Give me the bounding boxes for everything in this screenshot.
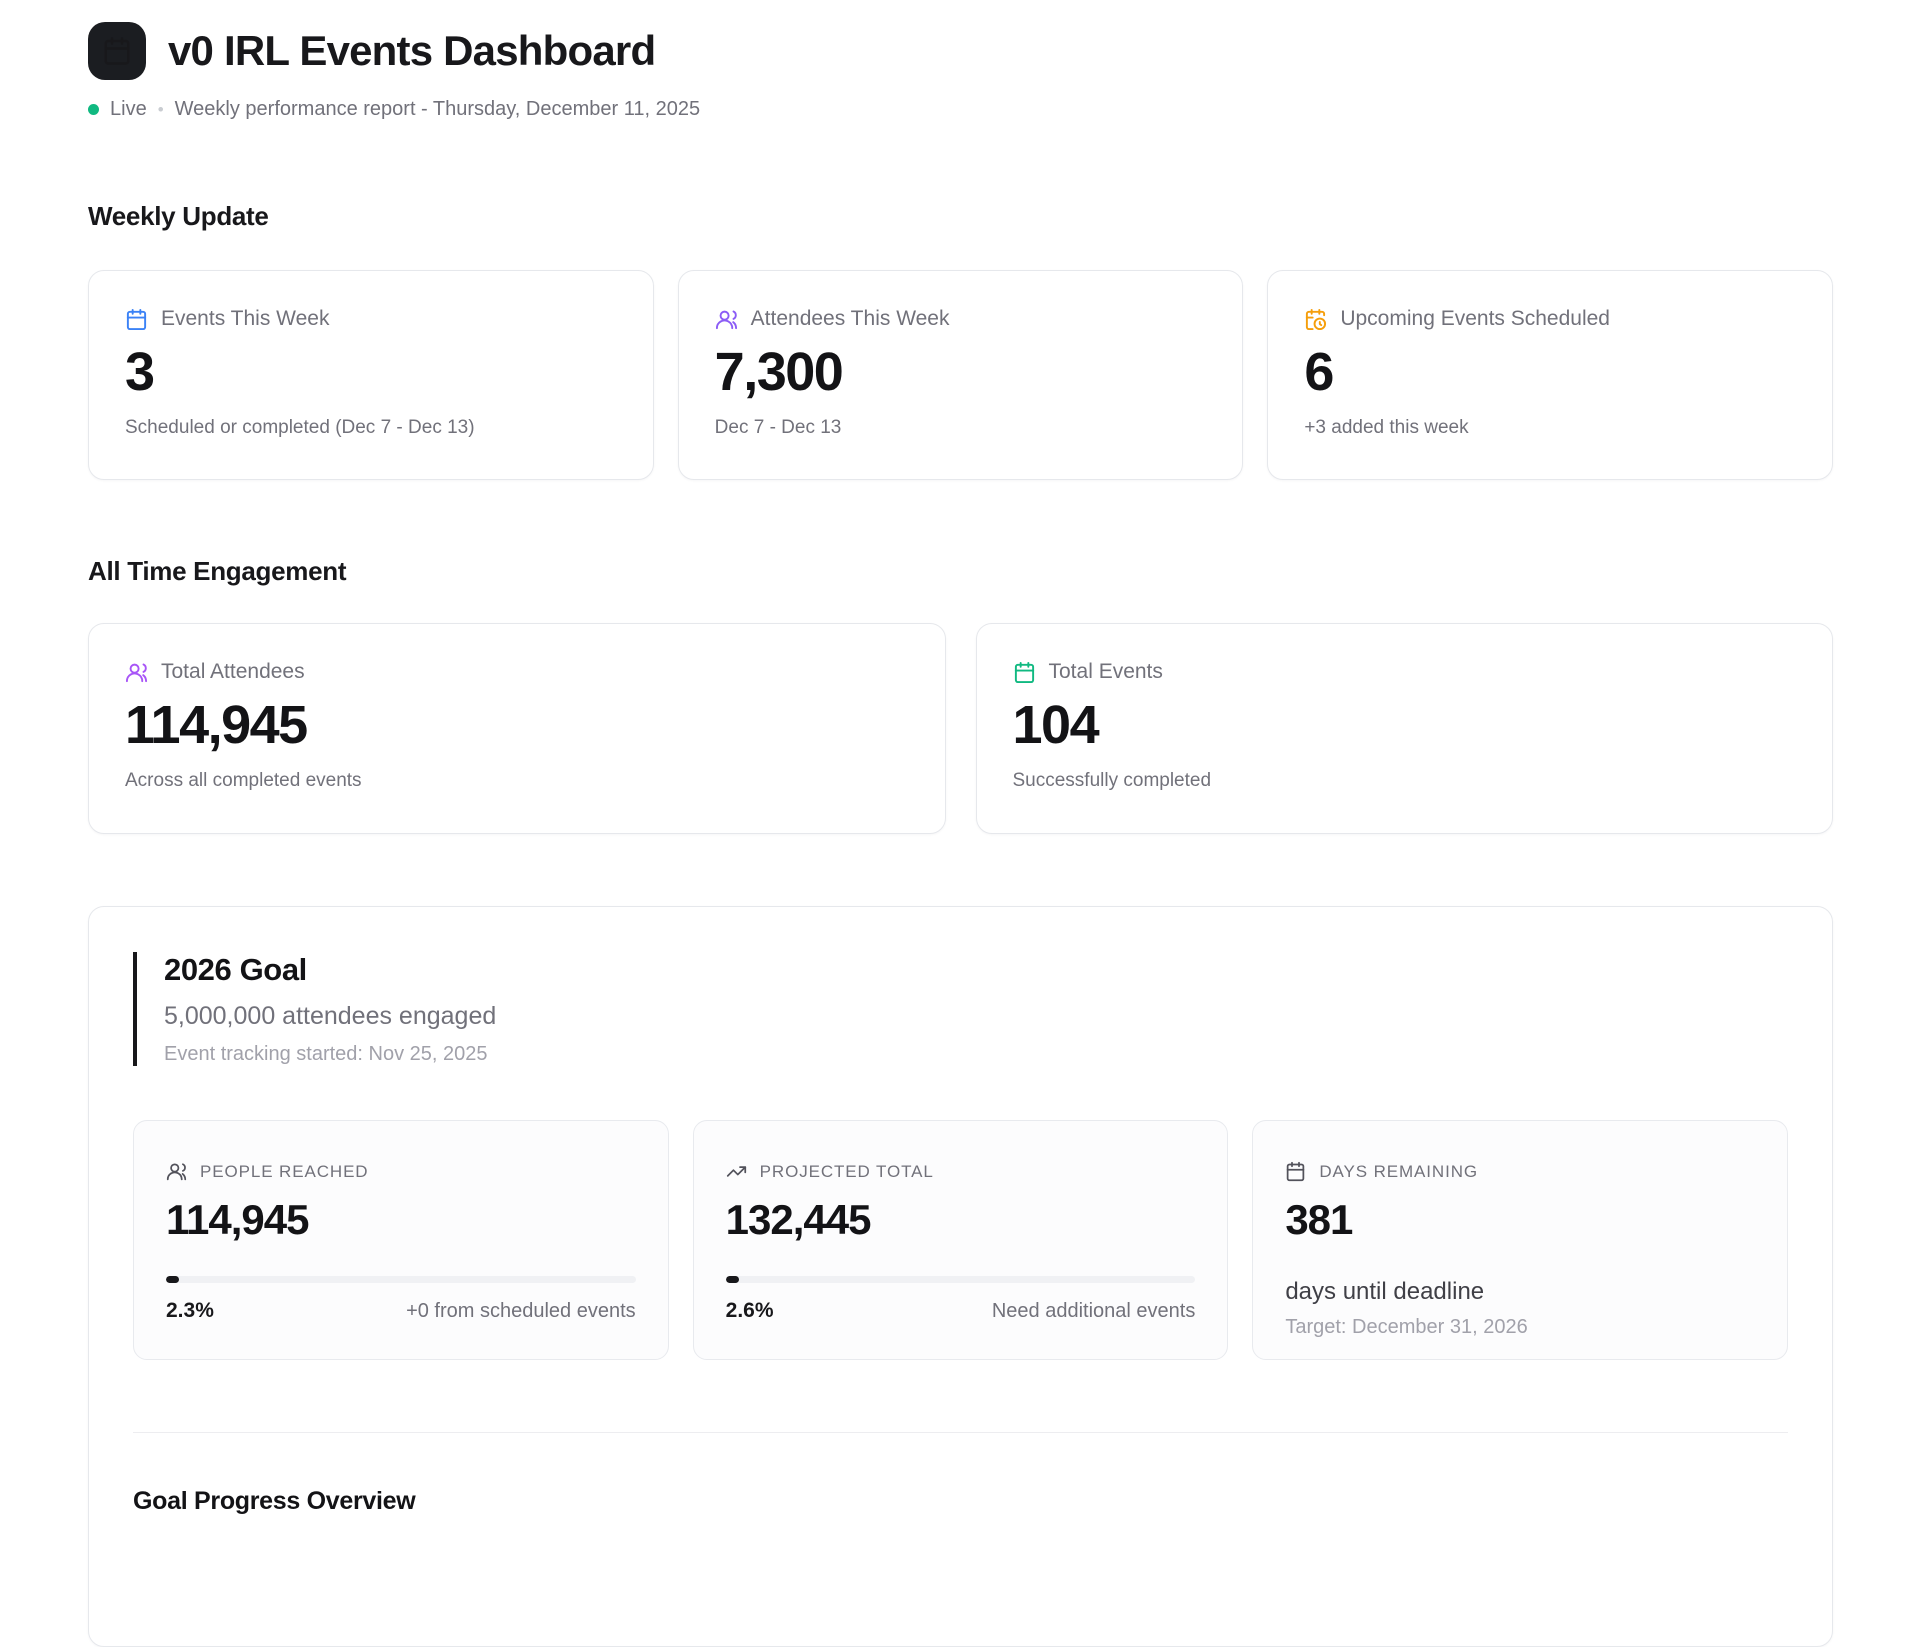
status-row: Live • Weekly performance report - Thurs…: [88, 98, 1833, 121]
card-attendees-this-week: Attendees This Week 7,300 Dec 7 - Dec 13: [678, 270, 1244, 480]
stat-value: 6: [1304, 345, 1796, 399]
metric-people-reached: PEOPLE REACHED 114,945 2.3% +0 from sche…: [133, 1120, 669, 1360]
users-icon: [125, 661, 148, 684]
metric-note: Need additional events: [992, 1300, 1195, 1323]
stat-subtext: Dec 7 - Dec 13: [715, 417, 1207, 439]
stat-label: Attendees This Week: [751, 307, 950, 331]
stat-value: 3: [125, 345, 617, 399]
dashboard-page: v0 IRL Events Dashboard Live • Weekly pe…: [88, 0, 1833, 1647]
metric-label: DAYS REMAINING: [1319, 1162, 1478, 1182]
stat-subtext: Successfully completed: [1013, 770, 1797, 792]
calendar-icon: [1285, 1161, 1306, 1182]
live-indicator-dot: [88, 104, 99, 115]
goal-metrics: PEOPLE REACHED 114,945 2.3% +0 from sche…: [133, 1120, 1788, 1360]
goal-title: 2026 Goal: [164, 952, 1788, 988]
goal-tracking-note: Event tracking started: Nov 25, 2025: [164, 1043, 1788, 1066]
stat-value: 7,300: [715, 345, 1207, 399]
app-logo: [88, 22, 146, 80]
dot-separator: •: [158, 100, 164, 120]
stat-subtext: Across all completed events: [125, 770, 909, 792]
progress-fill: [166, 1276, 179, 1283]
goal-card: 2026 Goal 5,000,000 attendees engaged Ev…: [88, 906, 1833, 1647]
card-total-attendees: Total Attendees 114,945 Across all compl…: [88, 623, 946, 834]
calendar-icon: [125, 308, 148, 331]
metric-value: 114,945: [166, 1198, 636, 1242]
all-time-cards: Total Attendees 114,945 Across all compl…: [88, 623, 1833, 834]
goal-subtitle: 5,000,000 attendees engaged: [164, 1002, 1788, 1031]
metric-value: 381: [1285, 1198, 1755, 1242]
divider: [133, 1432, 1788, 1433]
report-subtitle: Weekly performance report - Thursday, De…: [175, 98, 700, 121]
stat-subtext: +3 added this week: [1304, 417, 1796, 439]
metric-days-remaining: DAYS REMAINING 381 days until deadline T…: [1252, 1120, 1788, 1360]
progress-bar: [166, 1276, 636, 1283]
stat-subtext: Scheduled or completed (Dec 7 - Dec 13): [125, 417, 617, 439]
stat-label: Total Events: [1049, 660, 1163, 684]
live-label: Live: [110, 98, 147, 121]
section-heading-weekly-update: Weekly Update: [88, 201, 1833, 232]
card-upcoming-events: Upcoming Events Scheduled 6 +3 added thi…: [1267, 270, 1833, 480]
card-events-this-week: Events This Week 3 Scheduled or complete…: [88, 270, 654, 480]
users-icon: [166, 1161, 187, 1182]
metric-projected-total: PROJECTED TOTAL 132,445 2.6% Need additi…: [693, 1120, 1229, 1360]
stat-label: Upcoming Events Scheduled: [1340, 307, 1610, 331]
metric-label: PEOPLE REACHED: [200, 1162, 368, 1182]
goal-header: 2026 Goal 5,000,000 attendees engaged Ev…: [133, 952, 1788, 1066]
goal-progress-overview-heading: Goal Progress Overview: [133, 1487, 1788, 1516]
calendar-icon: [102, 36, 132, 66]
page-header: v0 IRL Events Dashboard: [88, 22, 1833, 80]
progress-percent: 2.3%: [166, 1299, 214, 1323]
trending-up-icon: [726, 1161, 747, 1182]
stat-value: 104: [1013, 698, 1797, 752]
stat-value: 114,945: [125, 698, 909, 752]
calendar-clock-icon: [1304, 308, 1327, 331]
deadline-target: Target: December 31, 2026: [1285, 1316, 1755, 1339]
page-title: v0 IRL Events Dashboard: [168, 27, 655, 75]
users-icon: [715, 308, 738, 331]
progress-fill: [726, 1276, 739, 1283]
deadline-caption: days until deadline: [1285, 1278, 1755, 1306]
card-total-events: Total Events 104 Successfully completed: [976, 623, 1834, 834]
section-heading-all-time-engagement: All Time Engagement: [88, 556, 1833, 587]
calendar-icon: [1013, 661, 1036, 684]
metric-note: +0 from scheduled events: [406, 1300, 636, 1323]
progress-percent: 2.6%: [726, 1299, 774, 1323]
progress-bar: [726, 1276, 1196, 1283]
weekly-update-cards: Events This Week 3 Scheduled or complete…: [88, 270, 1833, 480]
metric-label: PROJECTED TOTAL: [760, 1162, 934, 1182]
stat-label: Events This Week: [161, 307, 329, 331]
stat-label: Total Attendees: [161, 660, 305, 684]
metric-value: 132,445: [726, 1198, 1196, 1242]
